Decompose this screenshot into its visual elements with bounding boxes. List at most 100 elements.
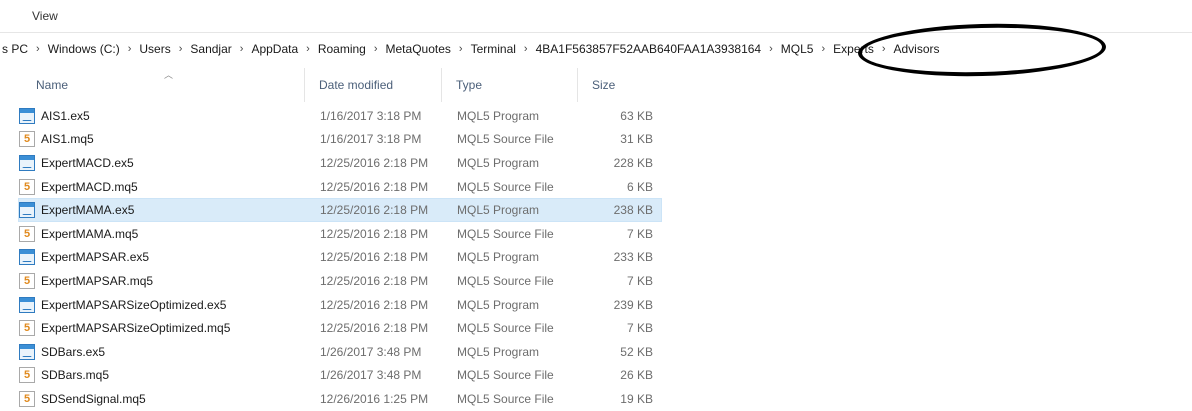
file-row[interactable]: 5 ExpertMACD.mq5 12/25/2016 2:18 PM MQL5 So… bbox=[18, 175, 662, 199]
file-list: AIS1.ex5 1/16/2017 3:18 PM MQL5 Program 63 … bbox=[18, 104, 662, 411]
file-name-cell[interactable]: ExpertMAMA.ex5 bbox=[19, 202, 306, 219]
file-date-modified: 12/25/2016 2:18 PM bbox=[320, 155, 429, 170]
file-row[interactable]: ExpertMAPSAR.ex5 12/25/2016 2:18 PM MQL5 P… bbox=[18, 246, 662, 270]
file-row[interactable]: 5 SDBars.mq5 1/26/2017 3:48 PM MQL5 Source … bbox=[18, 364, 662, 388]
file-row[interactable]: ExpertMAPSARSizeOptimized.ex5 12/25/2016 … bbox=[18, 293, 662, 317]
breadcrumb-separator-icon[interactable]: › bbox=[302, 43, 314, 55]
breadcrumb-item[interactable]: AppData bbox=[247, 42, 302, 56]
breadcrumb[interactable]: s PC › Windows (C:) › Users › Sandjar › AppData ›… bbox=[0, 36, 1192, 62]
file-name-cell[interactable]: 5 AIS1.mq5 bbox=[19, 131, 306, 148]
file-name: ExpertMAPSARSizeOptimized.mq5 bbox=[41, 321, 231, 336]
file-size: 52 KB bbox=[620, 344, 653, 359]
file-size: 233 KB bbox=[613, 250, 653, 265]
column-header-name[interactable]: ︿ Name bbox=[18, 68, 305, 102]
file-row[interactable]: 5 AIS1.mq5 1/16/2017 3:18 PM MQL5 Source Fi… bbox=[18, 128, 662, 152]
source-file-icon: 5 bbox=[19, 178, 35, 195]
file-name-cell[interactable]: 5 SDSendSignal.mq5 bbox=[19, 390, 306, 407]
column-header-name-label: Name bbox=[36, 78, 69, 92]
file-size: 239 KB bbox=[613, 297, 653, 312]
breadcrumb-item[interactable]: Sandjar bbox=[186, 42, 235, 56]
file-type: MQL5 Program bbox=[457, 155, 540, 170]
breadcrumb-separator-icon[interactable]: › bbox=[520, 43, 532, 55]
breadcrumb-item[interactable]: Roaming bbox=[314, 42, 370, 56]
file-row[interactable]: ExpertMAMA.ex5 12/25/2016 2:18 PM MQL5 Pro… bbox=[18, 198, 662, 222]
file-name: ExpertMAPSARSizeOptimized.ex5 bbox=[41, 297, 227, 312]
program-icon bbox=[19, 343, 35, 360]
file-type: MQL5 Program bbox=[457, 297, 540, 312]
breadcrumb-item[interactable]: Advisors bbox=[890, 42, 944, 56]
file-type: MQL5 Source File bbox=[457, 273, 554, 288]
file-date-modified: 12/25/2016 2:18 PM bbox=[320, 273, 429, 288]
file-name: ExpertMAMA.ex5 bbox=[41, 203, 135, 218]
program-icon bbox=[19, 107, 35, 124]
file-row[interactable]: 5 ExpertMAPSAR.mq5 12/25/2016 2:18 PM MQL5 … bbox=[18, 269, 662, 293]
file-name: SDSendSignal.mq5 bbox=[41, 391, 146, 406]
source-file-icon: 5 bbox=[19, 367, 35, 384]
breadcrumb-separator-icon[interactable]: › bbox=[765, 43, 777, 55]
breadcrumb-separator-icon[interactable]: › bbox=[32, 43, 44, 55]
file-row[interactable]: ExpertMACD.ex5 12/25/2016 2:18 PM MQL5 Pro… bbox=[18, 151, 662, 175]
column-header-date-modified[interactable]: Date modified bbox=[305, 68, 442, 102]
file-row[interactable]: SDBars.ex5 1/26/2017 3:48 PM MQL5 Program 5… bbox=[18, 340, 662, 364]
file-name: SDBars.mq5 bbox=[41, 368, 110, 383]
file-name-cell[interactable]: 5 ExpertMAPSAR.mq5 bbox=[19, 272, 306, 289]
breadcrumb-item[interactable]: s PC bbox=[0, 42, 32, 56]
program-icon bbox=[19, 202, 35, 219]
file-name-cell[interactable]: 5 SDBars.mq5 bbox=[19, 367, 306, 384]
file-row[interactable]: 5 ExpertMAMA.mq5 12/25/2016 2:18 PM MQL5 So… bbox=[18, 222, 662, 246]
file-name: AIS1.mq5 bbox=[41, 132, 94, 147]
file-name-cell[interactable]: ExpertMACD.ex5 bbox=[19, 154, 306, 171]
file-row[interactable]: AIS1.ex5 1/16/2017 3:18 PM MQL5 Program 63 … bbox=[18, 104, 662, 128]
column-header-date-label: Date modified bbox=[319, 78, 394, 92]
program-icon bbox=[19, 296, 35, 313]
file-row[interactable]: 5 ExpertMAPSARSizeOptimized.mq5 12/25/2016… bbox=[18, 316, 662, 340]
column-header-type-label: Type bbox=[456, 78, 483, 92]
breadcrumb-separator-icon[interactable]: › bbox=[878, 43, 890, 55]
file-type: MQL5 Source File bbox=[457, 179, 554, 194]
breadcrumb-separator-icon[interactable]: › bbox=[124, 43, 136, 55]
source-file-icon: 5 bbox=[19, 272, 35, 289]
breadcrumb-separator-icon[interactable]: › bbox=[370, 43, 382, 55]
file-name-cell[interactable]: SDBars.ex5 bbox=[19, 343, 306, 360]
file-name: ExpertMAPSAR.ex5 bbox=[41, 250, 150, 265]
file-date-modified: 12/25/2016 2:18 PM bbox=[320, 179, 429, 194]
breadcrumb-separator-icon[interactable]: › bbox=[175, 43, 187, 55]
breadcrumb-item[interactable]: MetaQuotes bbox=[382, 42, 455, 56]
column-header-size-label: Size bbox=[592, 78, 616, 92]
file-type: MQL5 Source File bbox=[457, 226, 554, 241]
file-row[interactable]: 5 SDSendSignal.mq5 12/26/2016 1:25 PM MQL5 … bbox=[18, 387, 662, 411]
file-name-cell[interactable]: AIS1.ex5 bbox=[19, 107, 306, 124]
file-name-cell[interactable]: ExpertMAPSAR.ex5 bbox=[19, 249, 306, 266]
breadcrumb-item[interactable]: MQL5 bbox=[777, 42, 818, 56]
sort-ascending-icon: ︿ bbox=[164, 70, 174, 80]
file-size: 63 KB bbox=[620, 108, 653, 123]
breadcrumb-item[interactable]: Terminal bbox=[467, 42, 520, 56]
file-size: 7 KB bbox=[626, 273, 653, 288]
tab-view[interactable]: View bbox=[32, 9, 58, 23]
breadcrumb-separator-icon[interactable]: › bbox=[455, 43, 467, 55]
file-type: MQL5 Program bbox=[457, 108, 540, 123]
breadcrumb-item[interactable]: Experts bbox=[829, 42, 878, 56]
program-icon bbox=[19, 249, 35, 266]
file-size: 31 KB bbox=[620, 132, 653, 147]
column-header-type[interactable]: Type bbox=[442, 68, 578, 102]
file-type: MQL5 Source File bbox=[457, 132, 554, 147]
breadcrumb-item[interactable]: Users bbox=[135, 42, 174, 56]
file-size: 26 KB bbox=[620, 368, 653, 383]
file-name-cell[interactable]: ExpertMAPSARSizeOptimized.ex5 bbox=[19, 296, 306, 313]
breadcrumb-item[interactable]: 4BA1F563857F52AAB640FAA1A3938164 bbox=[532, 42, 766, 56]
file-name-cell[interactable]: 5 ExpertMAPSARSizeOptimized.mq5 bbox=[19, 320, 306, 337]
file-size: 238 KB bbox=[613, 203, 653, 218]
ribbon: View bbox=[0, 0, 1192, 33]
file-name-cell[interactable]: 5 ExpertMAMA.mq5 bbox=[19, 225, 306, 242]
file-date-modified: 12/25/2016 2:18 PM bbox=[320, 226, 429, 241]
file-date-modified: 12/25/2016 2:18 PM bbox=[320, 203, 429, 218]
source-file-icon: 5 bbox=[19, 225, 35, 242]
file-name-cell[interactable]: 5 ExpertMACD.mq5 bbox=[19, 178, 306, 195]
breadcrumb-separator-icon[interactable]: › bbox=[236, 43, 248, 55]
file-name: ExpertMACD.ex5 bbox=[41, 155, 134, 170]
file-date-modified: 12/26/2016 1:25 PM bbox=[320, 391, 429, 406]
breadcrumb-item[interactable]: Windows (C:) bbox=[44, 42, 124, 56]
breadcrumb-separator-icon[interactable]: › bbox=[817, 43, 829, 55]
column-header-size[interactable]: Size bbox=[578, 68, 660, 102]
